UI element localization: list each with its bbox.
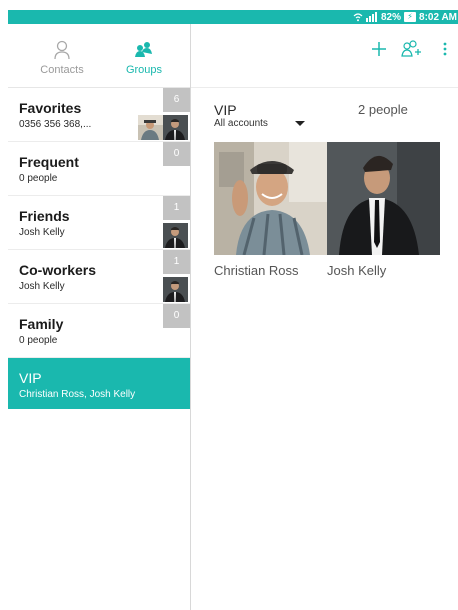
- tab-bar: Contacts Groups: [8, 24, 190, 88]
- member-photos: [214, 142, 440, 255]
- member-photo-christian-ross[interactable]: [214, 142, 327, 255]
- group-name: VIP: [19, 370, 42, 386]
- action-toolbar: [191, 24, 458, 88]
- group-subtitle: 0 people: [19, 173, 58, 184]
- group-item-favorites[interactable]: Favorites 0356 356 368,... 6: [8, 88, 190, 142]
- member-name[interactable]: Josh Kelly: [327, 263, 386, 278]
- tab-contacts[interactable]: Contacts: [22, 40, 102, 76]
- member-name[interactable]: Christian Ross: [214, 263, 299, 278]
- signal-icon: [366, 12, 378, 22]
- status-bar: 82% ⚡ 8:02 AM: [8, 10, 458, 24]
- tab-groups-label: Groups: [125, 64, 163, 76]
- contact-thumbnail: [163, 277, 188, 302]
- group-item-frequent[interactable]: Frequent 0 people 0: [8, 142, 190, 196]
- contact-thumbnail: [163, 115, 188, 140]
- member-count-badge: 0: [163, 304, 190, 328]
- group-detail-pane: VIP 2 people All accounts Christian Ross…: [191, 24, 458, 610]
- clock: 8:02 AM: [419, 11, 457, 23]
- group-subtitle: Christian Ross, Josh Kelly: [19, 389, 136, 400]
- group-subtitle: 0 people: [19, 335, 58, 346]
- dropdown-caret-icon: [294, 121, 305, 126]
- add-group-icon[interactable]: [399, 38, 423, 60]
- contact-thumbnail: [163, 223, 188, 248]
- group-item-vip[interactable]: VIP Christian Ross, Josh Kelly: [8, 358, 190, 409]
- tab-contacts-label: Contacts: [40, 64, 84, 76]
- group-item-friends[interactable]: Friends Josh Kelly 1: [8, 196, 190, 250]
- wifi-icon: [353, 12, 363, 22]
- more-options-icon[interactable]: [439, 38, 451, 60]
- groups-sidebar: Contacts Groups Favorites 0356 356 368,.…: [8, 24, 191, 610]
- member-photo-josh-kelly[interactable]: [327, 142, 440, 255]
- add-icon[interactable]: [369, 38, 389, 60]
- person-icon: [22, 40, 102, 60]
- member-count-badge: 1: [163, 250, 190, 274]
- member-count-badge: 0: [163, 142, 190, 166]
- group-item-co-workers[interactable]: Co-workers Josh Kelly 1: [8, 250, 190, 304]
- battery-charging-icon: ⚡: [404, 12, 417, 22]
- tab-groups[interactable]: Groups: [104, 40, 184, 76]
- battery-percent: 82%: [381, 11, 402, 23]
- member-count: 2 people: [358, 102, 408, 117]
- account-filter-value: All accounts: [214, 118, 268, 129]
- group-list: Favorites 0356 356 368,... 6 Frequent 0 …: [8, 88, 190, 409]
- contact-thumbnail: [138, 115, 163, 140]
- account-filter-dropdown[interactable]: All accounts: [214, 118, 305, 129]
- group-item-family[interactable]: Family 0 people 0: [8, 304, 190, 358]
- groups-icon: [104, 40, 184, 60]
- member-count-badge: 6: [163, 88, 190, 112]
- group-title: VIP: [214, 102, 237, 118]
- member-count-badge: 1: [163, 196, 190, 220]
